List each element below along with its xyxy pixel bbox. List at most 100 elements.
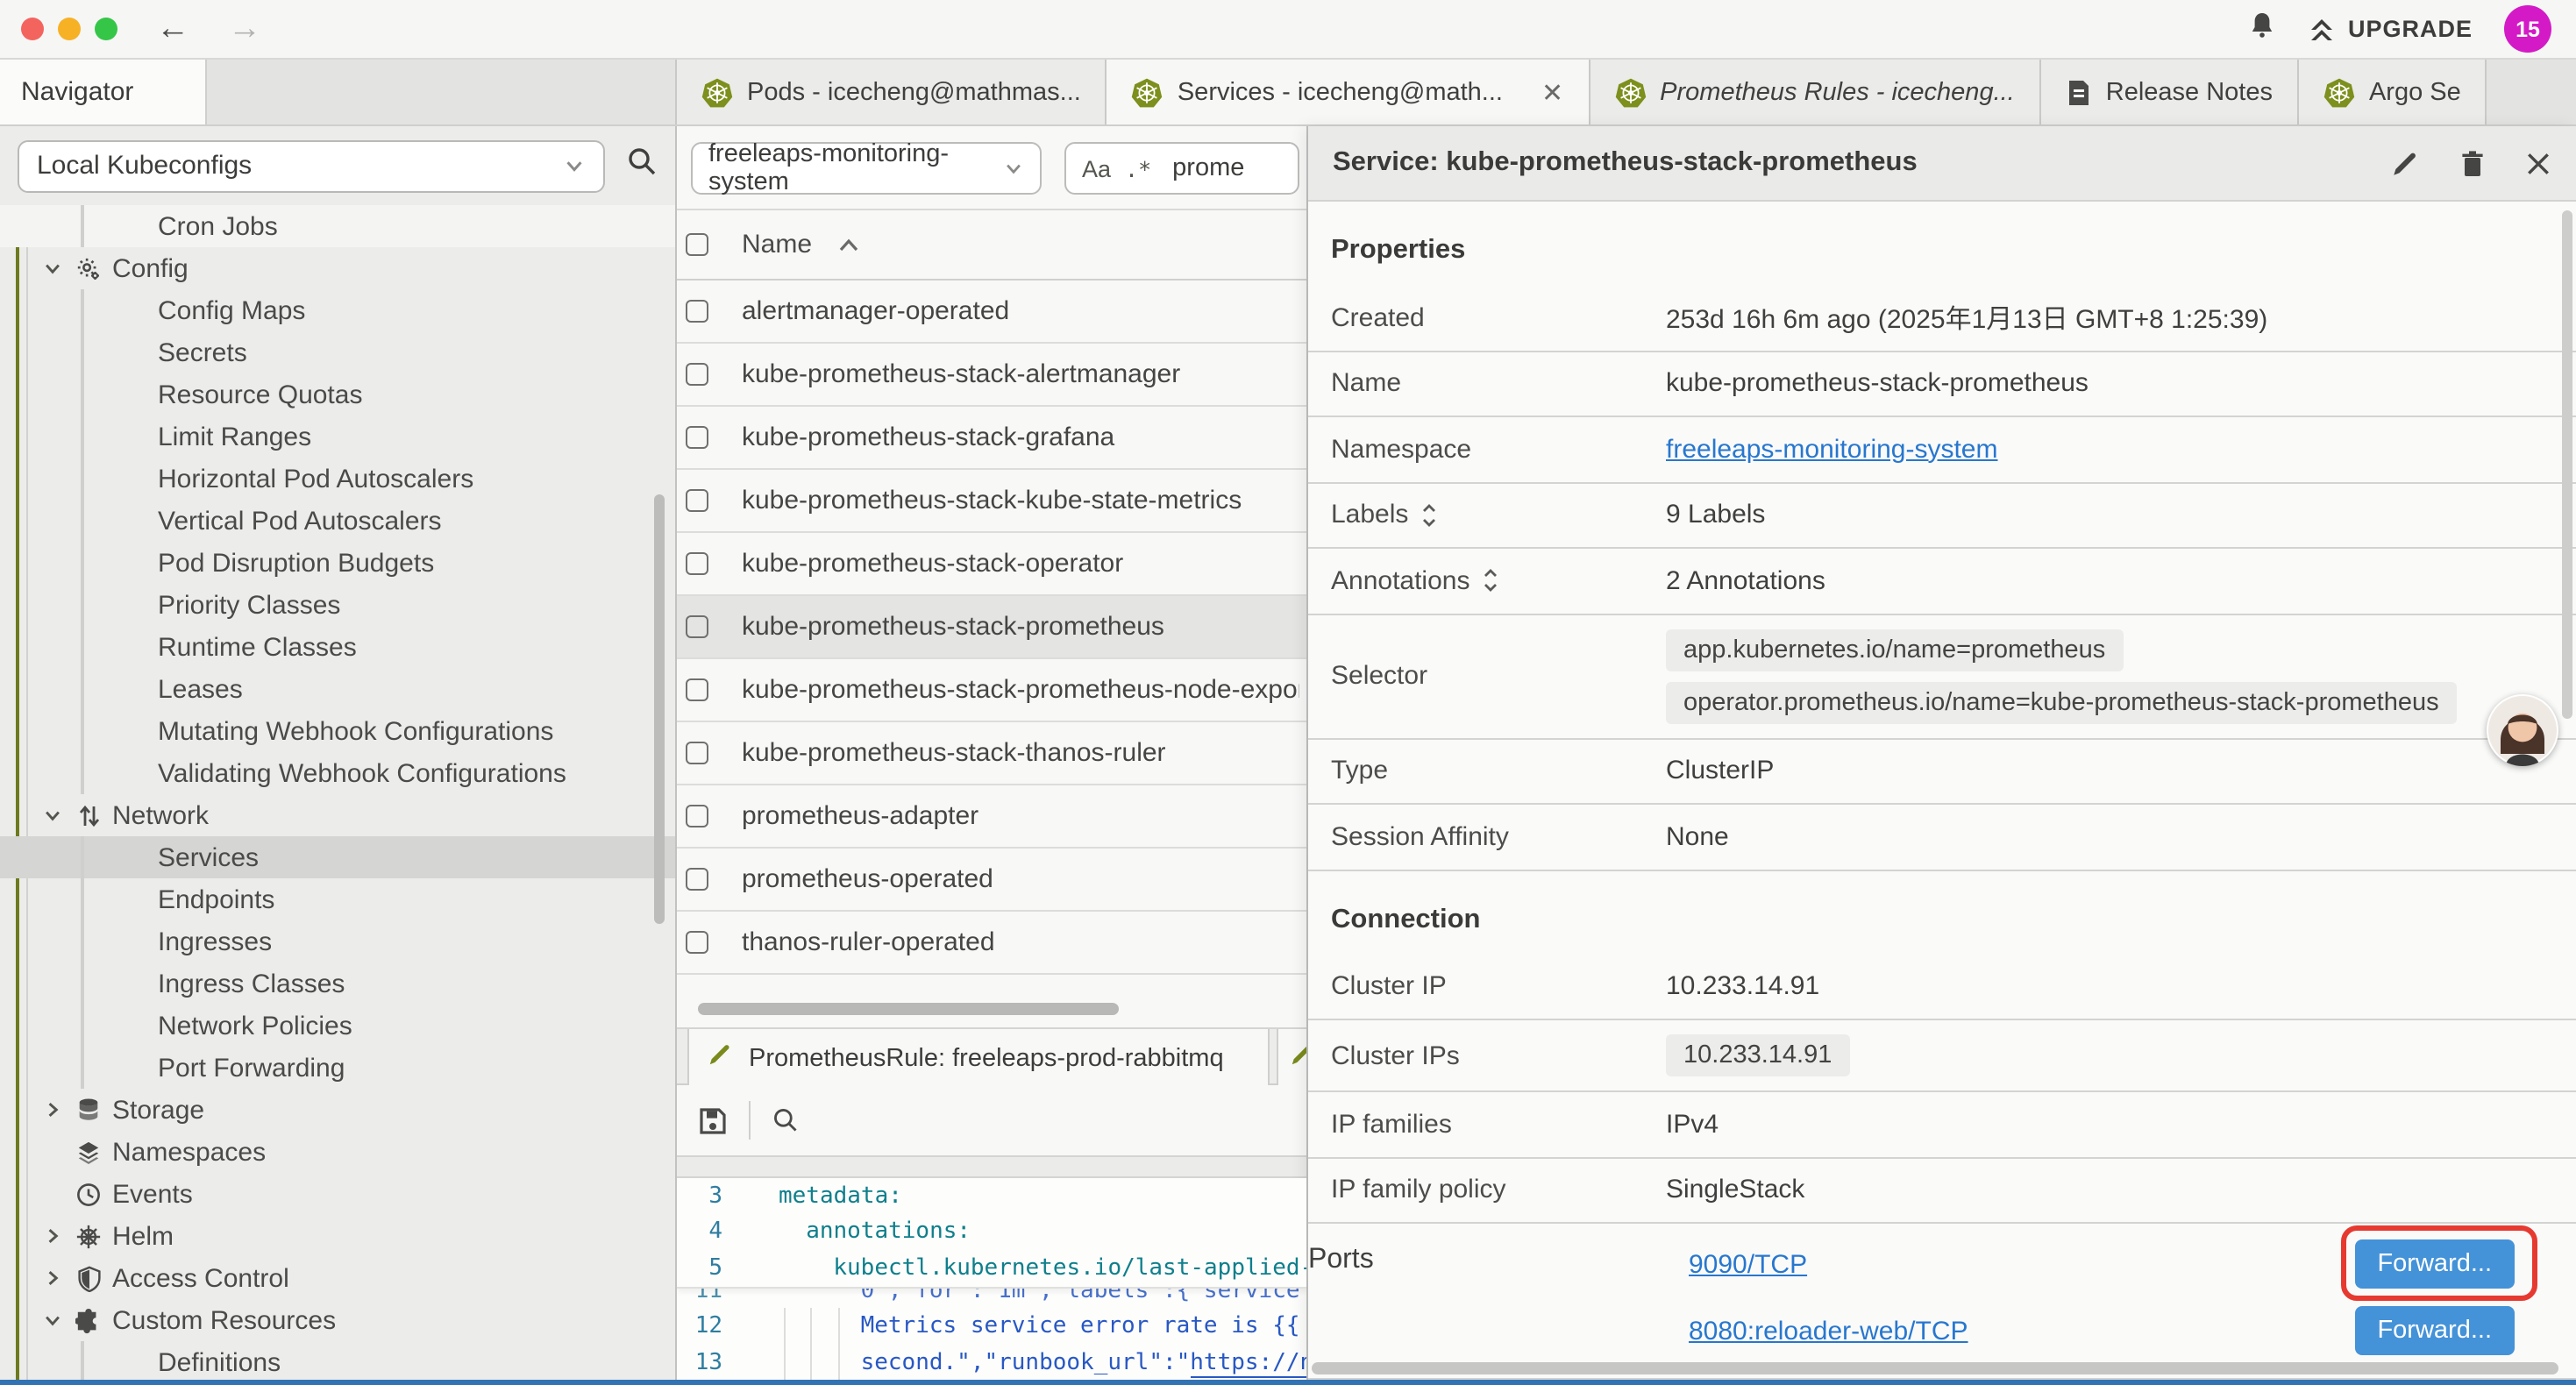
sidebar-item-port-forwarding[interactable]: Port Forwarding — [0, 1047, 677, 1089]
sidebar-item-mutating-webhook-configurations[interactable]: Mutating Webhook Configurations — [0, 710, 677, 752]
table-row-alertmanager-operated[interactable]: alertmanager-operated — [677, 281, 1306, 344]
port-link[interactable]: 8080:reloader-web/TCP — [1689, 1316, 1968, 1346]
upgrade-button[interactable]: UPGRADE — [2308, 15, 2473, 43]
notification-count-badge[interactable]: 15 — [2504, 5, 2551, 53]
sidebar-item-endpoints[interactable]: Endpoints — [0, 878, 677, 920]
forward-button[interactable]: Forward... — [2354, 1306, 2515, 1355]
editor-tab-prometheusrule[interactable]: PrometheusRule: freeleaps-prod-rabbitmq — [687, 1029, 1270, 1087]
sidebar-item-secrets[interactable]: Secrets — [0, 331, 677, 373]
table-row-kube-prometheus-stack-operator[interactable]: kube-prometheus-stack-operator — [677, 533, 1306, 596]
namespace-filter-select[interactable]: freeleaps-monitoring-system — [691, 142, 1042, 195]
sidebar-item-storage[interactable]: Storage — [0, 1089, 677, 1131]
forward-arrow-icon[interactable]: → — [228, 12, 261, 46]
row-checkbox[interactable] — [686, 615, 708, 638]
search-icon[interactable] — [626, 146, 658, 186]
column-header-name[interactable]: Name — [742, 230, 812, 259]
sidebar-item-definitions[interactable]: Definitions — [0, 1341, 677, 1380]
sidebar-item-runtime-classes[interactable]: Runtime Classes — [0, 626, 677, 668]
sidebar-item-leases[interactable]: Leases — [0, 668, 677, 710]
port-link[interactable]: 9090/TCP — [1689, 1249, 1807, 1279]
chevron-down-icon[interactable] — [42, 258, 65, 279]
tab-navigator[interactable]: Navigator — [0, 60, 207, 124]
row-checkbox[interactable] — [686, 426, 708, 449]
forward-button[interactable]: Forward... — [2354, 1239, 2515, 1289]
detail-vertical-scrollbar[interactable] — [2562, 210, 2572, 719]
row-checkbox[interactable] — [686, 742, 708, 764]
row-checkbox[interactable] — [686, 678, 708, 701]
back-arrow-icon[interactable]: ← — [156, 12, 189, 46]
tab-prometheus-rules-icecheng[interactable]: Prometheus Rules - icecheng... — [1590, 60, 2041, 124]
row-checkbox[interactable] — [686, 868, 708, 891]
sidebar-item-config-maps[interactable]: Config Maps — [0, 289, 677, 331]
avatar[interactable] — [2487, 694, 2558, 766]
table-row-kube-prometheus-stack-prometheus-node-exporter[interactable]: kube-prometheus-stack-prometheus-node-ex… — [677, 659, 1306, 722]
sidebar-item-namespaces[interactable]: Namespaces — [0, 1131, 677, 1173]
sidebar-item-config[interactable]: Config — [0, 247, 677, 289]
sidebar-item-validating-webhook-configurations[interactable]: Validating Webhook Configurations — [0, 752, 677, 794]
sidebar-item-services[interactable]: Services — [0, 836, 677, 878]
yaml-editor[interactable]: 3metadata:4annotations:5kubectl.kubernet… — [677, 1178, 1308, 1380]
detail-horizontal-scrollbar[interactable] — [1312, 1362, 2558, 1374]
table-row-prometheus-adapter[interactable]: prometheus-adapter — [677, 785, 1306, 849]
close-tab-icon[interactable]: ✕ — [1541, 76, 1563, 108]
close-icon[interactable] — [2525, 150, 2551, 176]
table-row-prometheus-operated[interactable]: prometheus-operated — [677, 849, 1306, 912]
tab-services-icecheng-math[interactable]: Services - icecheng@math...✕ — [1107, 60, 1590, 124]
chevron-right-icon[interactable] — [42, 1225, 65, 1246]
sidebar-item-custom-resources[interactable]: Custom Resources — [0, 1299, 677, 1341]
bell-icon[interactable] — [2248, 10, 2276, 48]
sort-updown-icon[interactable] — [1420, 503, 1438, 528]
sidebar-item-network[interactable]: Network — [0, 794, 677, 836]
table-row-kube-prometheus-stack-kube-state-metrics[interactable]: kube-prometheus-stack-kube-state-metrics — [677, 470, 1306, 533]
edit-pencil-icon[interactable] — [2390, 148, 2420, 178]
select-all-checkbox[interactable] — [686, 233, 708, 256]
tab-pods-icecheng-mathmas[interactable]: Pods - icecheng@mathmas... — [677, 60, 1107, 124]
row-checkbox[interactable] — [686, 300, 708, 323]
sidebar-item-vertical-pod-autoscalers[interactable]: Vertical Pod Autoscalers — [0, 500, 677, 542]
row-checkbox[interactable] — [686, 931, 708, 954]
row-checkbox[interactable] — [686, 489, 708, 512]
editor-tab-partial[interactable] — [1277, 1029, 1308, 1087]
tab-argo-se[interactable]: Argo Se — [2299, 60, 2487, 124]
chevron-right-icon[interactable] — [42, 1099, 65, 1120]
table-row-thanos-ruler-operated[interactable]: thanos-ruler-operated — [677, 912, 1306, 975]
sidebar-item-resource-quotas[interactable]: Resource Quotas — [0, 373, 677, 416]
delete-trash-icon[interactable] — [2459, 148, 2487, 178]
list-search-input[interactable]: Aa .* prome — [1064, 142, 1299, 195]
sidebar-item-network-policies[interactable]: Network Policies — [0, 1005, 677, 1047]
chevron-right-icon[interactable] — [42, 1268, 65, 1289]
sidebar-item-pod-disruption-budgets[interactable]: Pod Disruption Budgets — [0, 542, 677, 584]
namespace-link[interactable]: freeleaps-monitoring-system — [1666, 435, 1998, 465]
sidebar-item-horizontal-pod-autoscalers[interactable]: Horizontal Pod Autoscalers — [0, 458, 677, 500]
row-checkbox[interactable] — [686, 552, 708, 575]
table-row-kube-prometheus-stack-thanos-ruler[interactable]: kube-prometheus-stack-thanos-ruler — [677, 722, 1306, 785]
kubeconfig-select[interactable]: Local Kubeconfigs — [18, 139, 605, 192]
table-row-kube-prometheus-stack-alertmanager[interactable]: kube-prometheus-stack-alertmanager — [677, 344, 1306, 407]
sidebar-item-access-control[interactable]: Access Control — [0, 1257, 677, 1299]
regex-toggle[interactable]: .* — [1125, 155, 1151, 181]
sidebar-item-ingresses[interactable]: Ingresses — [0, 920, 677, 962]
sort-updown-icon[interactable] — [1482, 569, 1499, 593]
sidebar-item-events[interactable]: Events — [0, 1173, 677, 1215]
row-checkbox[interactable] — [686, 805, 708, 827]
sidebar-scrollbar[interactable] — [654, 494, 665, 924]
sidebar-item-priority-classes[interactable]: Priority Classes — [0, 584, 677, 626]
sidebar-item-cron-jobs[interactable]: Cron Jobs — [0, 205, 677, 247]
table-row-kube-prometheus-stack-prometheus[interactable]: kube-prometheus-stack-prometheus — [677, 596, 1306, 659]
minimize-window-button[interactable] — [58, 18, 81, 40]
sidebar-item-ingress-classes[interactable]: Ingress Classes — [0, 962, 677, 1005]
sidebar-item-limit-ranges[interactable]: Limit Ranges — [0, 416, 677, 458]
table-row-kube-prometheus-stack-grafana[interactable]: kube-prometheus-stack-grafana — [677, 407, 1306, 470]
list-horizontal-scrollbar[interactable] — [698, 1003, 1119, 1015]
sidebar-item-helm[interactable]: Helm — [0, 1215, 677, 1257]
chevron-down-icon[interactable] — [42, 1310, 65, 1331]
maximize-window-button[interactable] — [95, 18, 117, 40]
match-case-toggle[interactable]: Aa — [1082, 155, 1111, 181]
close-window-button[interactable] — [21, 18, 44, 40]
tab-release-notes[interactable]: Release Notes — [2041, 60, 2299, 124]
save-icon[interactable] — [698, 1105, 728, 1135]
editor-search-icon[interactable] — [772, 1106, 800, 1134]
row-checkbox[interactable] — [686, 363, 708, 386]
chevron-down-icon[interactable] — [42, 805, 65, 826]
sort-ascending-icon[interactable] — [838, 238, 859, 252]
